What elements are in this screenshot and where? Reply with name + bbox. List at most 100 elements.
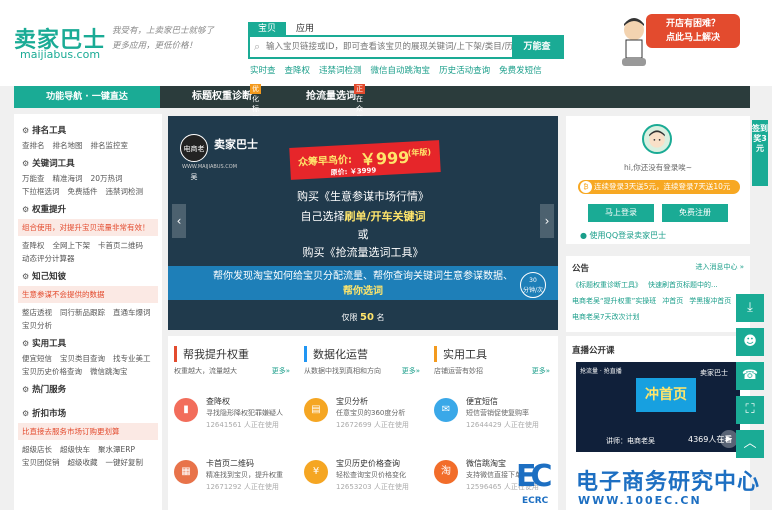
nav-traffic-words[interactable]: 抢流量选词 正在众筹 xyxy=(306,84,365,123)
help-banner[interactable]: 开店有困难？ 点此马上解决 xyxy=(620,8,740,74)
chevron-left-icon[interactable]: ‹ xyxy=(172,204,186,238)
quick-link[interactable]: 历史活动查询 xyxy=(439,64,490,76)
gear-icon: ⚙ xyxy=(22,338,30,348)
back-to-top-icon[interactable]: ︿ xyxy=(736,430,764,458)
notice-item[interactable]: 学黑搜冲首页 xyxy=(689,296,731,306)
sidebar-link[interactable]: 便宜短信 xyxy=(22,353,52,364)
notice-item[interactable]: 《标题权重诊断工具》 xyxy=(572,280,642,290)
column-subtitle: 权重越大，流量越大 xyxy=(174,367,237,375)
nav-title-diagnosis[interactable]: 标题权重诊断 优化标题 xyxy=(192,84,261,123)
live-video[interactable]: 抢流量 · 抢直播 卖家巴士 冲首页 讲师：电商老吴 4369人在看 ▶ xyxy=(576,362,740,452)
column-more-link[interactable]: 更多» xyxy=(402,366,420,376)
watermark: EC ECRC 电子商务研究中心 WWW.100EC.CN xyxy=(516,459,761,508)
search-button[interactable]: 万能查 xyxy=(512,37,562,57)
sms-icon: ✉ xyxy=(434,398,458,422)
notice-more-link[interactable]: 进入消息中心 » xyxy=(695,262,744,272)
sidebar-promo[interactable]: 比直接去服务市场订购更划算 xyxy=(18,423,158,440)
column-subtitle: 店铺运营有妙招 xyxy=(434,367,483,375)
nav-all-functions[interactable]: 功能导航 · 一键直达 xyxy=(14,86,160,108)
checkin-tab[interactable]: 签到奖3元 xyxy=(752,120,768,186)
sidebar-link[interactable]: 免费插件 xyxy=(68,186,98,197)
sidebar-link[interactable]: 聚水潭ERP xyxy=(98,444,135,455)
login-button[interactable]: 马上登录 xyxy=(588,204,654,222)
quick-link[interactable]: 实时查 xyxy=(250,64,276,76)
tool-item[interactable]: ▦ 卡首页二维码 精准找到宝贝，提升权重 12671292 人正在使用 xyxy=(174,456,298,496)
notice-item[interactable]: 电商老吴“提升权重”实操班 xyxy=(572,296,656,306)
download-icon[interactable]: ⤓ xyxy=(736,294,764,322)
price-badge: 众筹早鸟价: ￥999 (年版) 原价: ￥3999 xyxy=(289,140,441,180)
sidebar-link[interactable]: 违禁词检测 xyxy=(106,186,144,197)
tool-item[interactable]: ▤ 宝贝分析 任意宝贝的360度分析 12672699 人正在使用 xyxy=(304,394,428,434)
quick-link[interactable]: 免费发短信 xyxy=(499,64,542,76)
sidebar-link[interactable]: 整店透视 xyxy=(22,307,52,318)
tool-column: 数据化运营 从数据中找到真相和方向 更多» ▤ 宝贝分析 任意宝贝的360度分析… xyxy=(298,336,428,510)
quick-link[interactable]: 微信自动跳淘宝 xyxy=(371,64,431,76)
gear-icon: ⚙ xyxy=(22,204,30,214)
banner-brand: 卖家巴士 xyxy=(214,138,258,151)
register-button[interactable]: 免费注册 xyxy=(662,204,728,222)
sidebar-link[interactable]: 同行新品跟踪 xyxy=(60,307,105,318)
quick-link[interactable]: 查降权 xyxy=(285,64,311,76)
column-title: 实用工具 xyxy=(434,346,487,362)
qq-chat-icon[interactable]: ☻ xyxy=(736,328,764,356)
sidebar-link[interactable]: 查降权 xyxy=(22,240,45,251)
notice-item[interactable]: 快速刷首页标题中的... xyxy=(648,280,718,290)
sidebar-link[interactable]: 直通车爆词 xyxy=(113,307,151,318)
search-tab-item[interactable]: 宝贝 xyxy=(248,22,286,36)
qq-icon: ● xyxy=(580,231,587,240)
search-tab-app[interactable]: 应用 xyxy=(286,22,324,36)
qq-login-link[interactable]: ● 使用QQ登录卖家巴士 xyxy=(580,230,666,241)
login-bonus[interactable]: ₿ 连续登录3天送5元，连续登录7天送10元 xyxy=(578,180,740,194)
search-tabs: 宝贝 应用 xyxy=(248,22,324,36)
nav-tag: 正在众筹 xyxy=(354,84,365,123)
taobao-icon: 淘 xyxy=(434,460,458,484)
sidebar-link[interactable]: 下拉框选词 xyxy=(22,186,60,197)
sidebar-link[interactable]: 找专业美工 xyxy=(113,353,151,364)
help-bubble[interactable]: 开店有困难？ 点此马上解决 xyxy=(646,14,740,48)
sidebar-link[interactable]: 查排名 xyxy=(22,140,45,151)
tool-column: 帮我提升权重 权重越大，流量越大 更多» ▮ 查降权 寻找隐形降权犯罪嫌疑人 1… xyxy=(168,336,298,510)
sidebar-link[interactable]: 超级快车 xyxy=(60,444,90,455)
sidebar-link[interactable]: 宝贝类目查询 xyxy=(60,353,105,364)
sidebar-promo[interactable]: 生意参谋不会提供的数据 xyxy=(18,286,158,303)
gear-icon: ⚙ xyxy=(22,384,30,394)
column-more-link[interactable]: 更多» xyxy=(272,366,290,376)
promo-banner[interactable]: 电商老吴 卖家巴士 WWW.MAIJIABUS.COM 众筹早鸟价: ￥999 … xyxy=(168,116,558,330)
search-input[interactable] xyxy=(266,37,512,57)
price-icon: ¥ xyxy=(304,460,328,484)
sidebar-link[interactable]: 宝贝团促销 xyxy=(22,457,60,468)
tool-item[interactable]: ▮ 查降权 寻找隐形降权犯罪嫌疑人 12641561 人正在使用 xyxy=(174,394,298,434)
qrcode-scan-icon[interactable]: ⛶ xyxy=(736,396,764,424)
sidebar-link[interactable]: 卡首页二维码 xyxy=(98,240,143,251)
analysis-icon: ▤ xyxy=(304,398,328,422)
sidebar-section-title: ⚙ 权重提升 xyxy=(22,204,67,216)
sidebar-link[interactable]: 排名监控室 xyxy=(91,140,129,151)
search-box: ⌕ 万能查 xyxy=(248,35,564,59)
notice-item[interactable]: 电商老吴7天改次计划 xyxy=(572,312,639,322)
sidebar-link[interactable]: 全网上下架 xyxy=(53,240,91,251)
sidebar-link[interactable]: 微信跳淘宝 xyxy=(90,366,128,377)
sidebar-link[interactable]: 精准海词 xyxy=(53,173,83,184)
sidebar-link[interactable]: 宝贝历史价格查询 xyxy=(22,366,82,377)
chevron-right-icon[interactable]: › xyxy=(540,204,554,238)
banner-brand-sub: WWW.MAIJIABUS.COM xyxy=(182,164,238,170)
sidebar-promo[interactable]: 组合使用，对提升宝贝流量非常有效！ xyxy=(18,219,158,236)
sidebar-section-title: ⚙ 关键词工具 xyxy=(22,158,75,170)
sidebar-link[interactable]: 排名地图 xyxy=(53,140,83,151)
sidebar-link[interactable]: 超级收藏 xyxy=(68,457,98,468)
tool-cards: 帮我提升权重 权重越大，流量越大 更多» ▮ 查降权 寻找隐形降权犯罪嫌疑人 1… xyxy=(168,336,558,510)
sidebar-link[interactable]: 宝贝分析 xyxy=(22,320,52,331)
sidebar-link[interactable]: 一键好复制 xyxy=(106,457,144,468)
column-more-link[interactable]: 更多» xyxy=(532,366,550,376)
tool-item[interactable]: ¥ 宝贝历史价格查询 轻松查询宝贝价格变化 12653203 人正在使用 xyxy=(304,456,428,496)
notice-item[interactable]: 冲首页 xyxy=(662,296,683,306)
sidebar-link[interactable]: 20万热词 xyxy=(91,173,123,184)
quick-link[interactable]: 违禁词检测 xyxy=(319,64,362,76)
sidebar-link[interactable]: 万能查 xyxy=(22,173,45,184)
gear-icon: ⚙ xyxy=(22,158,30,168)
sidebar-link[interactable]: 动态评分计算器 xyxy=(22,253,75,264)
column-title: 帮我提升权重 xyxy=(174,346,249,362)
sidebar-link[interactable]: 超级店长 xyxy=(22,444,52,455)
tool-item[interactable]: ✉ 便宜短信 短信营销促使复购率 12644429 人正在使用 xyxy=(434,394,558,434)
phone-icon[interactable]: ☎ xyxy=(736,362,764,390)
